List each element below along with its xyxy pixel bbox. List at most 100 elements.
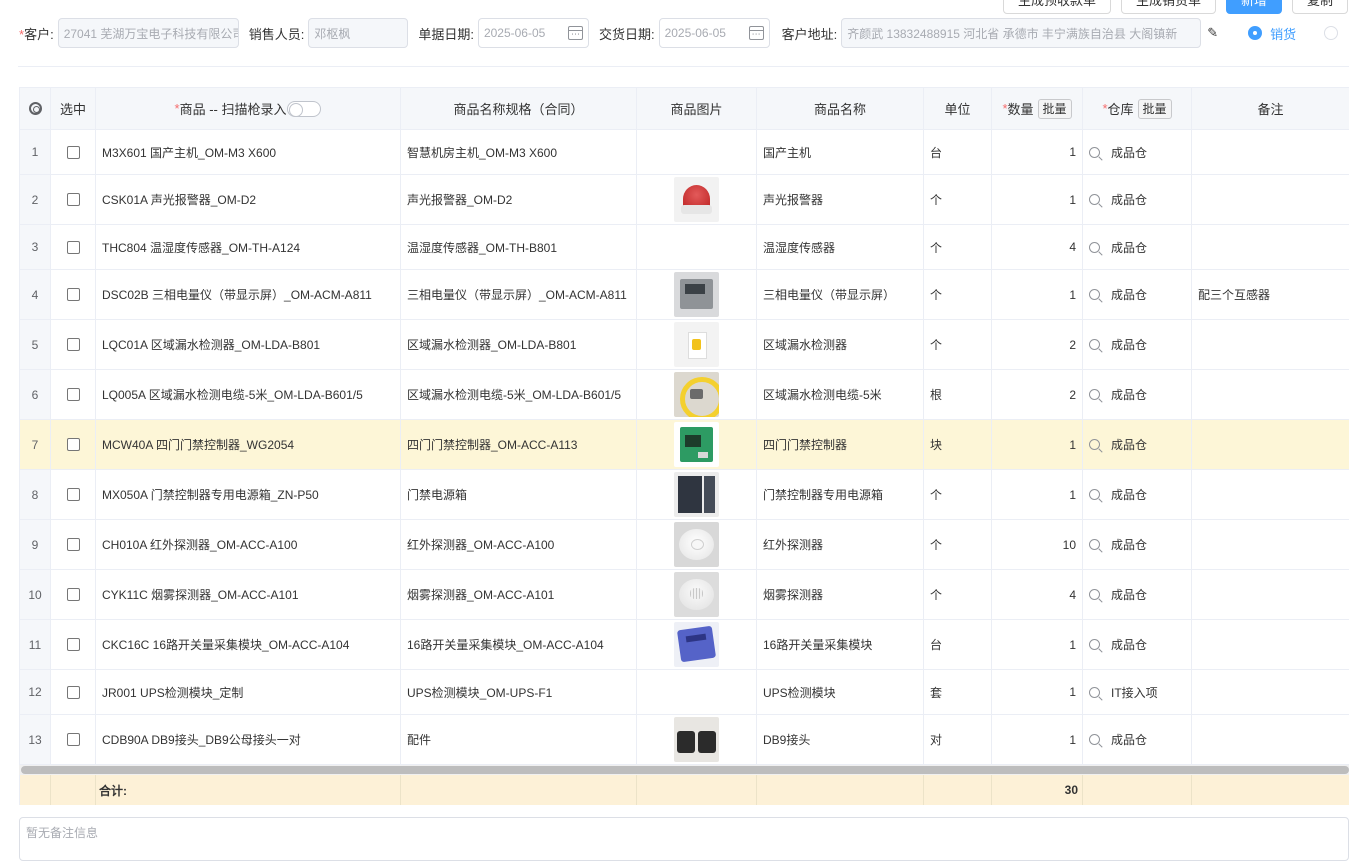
row-checkbox[interactable]: [66, 538, 80, 551]
search-icon[interactable]: [1089, 194, 1100, 205]
product-image[interactable]: [674, 322, 719, 367]
sale-radio-label[interactable]: 销货: [1270, 24, 1296, 43]
remark-cell[interactable]: [1192, 370, 1349, 419]
warehouse-cell[interactable]: 成品仓: [1083, 470, 1192, 519]
search-icon[interactable]: [1089, 734, 1100, 745]
spec-cell[interactable]: 温湿度传感器_OM-TH-B801: [401, 225, 637, 269]
search-icon[interactable]: [1089, 389, 1100, 400]
spec-cell[interactable]: 区域漏水检测器_OM-LDA-B801: [401, 320, 637, 369]
row-checkbox[interactable]: [66, 338, 80, 351]
qty-cell[interactable]: 1: [992, 420, 1083, 469]
horizontal-scrollbar[interactable]: [19, 765, 1349, 775]
remark-cell[interactable]: 配三个互感器: [1192, 270, 1349, 319]
new-button[interactable]: 新增: [1226, 0, 1283, 14]
product-cell[interactable]: JR001 UPS检测模块_定制: [96, 670, 401, 714]
search-icon[interactable]: [1089, 439, 1100, 450]
remark-cell[interactable]: [1192, 130, 1349, 174]
product-image[interactable]: [674, 177, 719, 222]
row-checkbox[interactable]: [66, 240, 80, 254]
warehouse-cell[interactable]: 成品仓: [1083, 370, 1192, 419]
row-select-cell[interactable]: [51, 670, 96, 714]
product-image[interactable]: [674, 472, 719, 517]
product-cell[interactable]: CSK01A 声光报警器_OM-D2: [96, 175, 401, 224]
search-icon[interactable]: [1089, 539, 1100, 550]
qty-cell[interactable]: 4: [992, 225, 1083, 269]
generate-advance-receipt-button[interactable]: 生成预收款单: [1003, 0, 1112, 14]
qty-cell[interactable]: 1: [992, 175, 1083, 224]
qty-cell[interactable]: 1: [992, 470, 1083, 519]
qty-cell[interactable]: 4: [992, 570, 1083, 619]
qty-cell[interactable]: 1: [992, 715, 1083, 764]
product-image[interactable]: [674, 272, 719, 317]
remark-cell[interactable]: [1192, 570, 1349, 619]
row-select-cell[interactable]: [51, 420, 96, 469]
table-row[interactable]: 1 M3X601 国产主机_OM-M3 X600 智慧机房主机_OM-M3 X600…: [20, 130, 1349, 175]
table-row[interactable]: 5 LQC01A 区域漏水检测器_OM-LDA-B801 区域漏水检测器_OM-LD…: [20, 320, 1349, 370]
row-select-cell[interactable]: [51, 620, 96, 669]
scanner-toggle[interactable]: [287, 100, 322, 117]
product-cell[interactable]: DSC02B 三相电量仪（带显示屏）_OM-ACM-A811: [96, 270, 401, 319]
row-select-cell[interactable]: [51, 570, 96, 619]
address-field[interactable]: 齐颜武 13832488915 河北省 承德市 丰宁满族自治县 大阁镇新: [841, 18, 1202, 48]
qty-cell[interactable]: 2: [992, 320, 1083, 369]
qty-cell[interactable]: 1: [992, 620, 1083, 669]
product-cell[interactable]: CDB90A DB9接头_DB9公母接头一对: [96, 715, 401, 764]
qty-cell[interactable]: 10: [992, 520, 1083, 569]
return-radio[interactable]: [1324, 26, 1339, 40]
spec-cell[interactable]: 16路开关量采集模块_OM-ACC-A104: [401, 620, 637, 669]
qty-cell[interactable]: 2: [992, 370, 1083, 419]
remark-textarea[interactable]: 暂无备注信息: [19, 817, 1349, 861]
spec-cell[interactable]: 配件: [401, 715, 637, 764]
row-select-cell[interactable]: [51, 520, 96, 569]
row-checkbox[interactable]: [66, 438, 80, 451]
product-image[interactable]: [674, 717, 719, 762]
spec-cell[interactable]: 声光报警器_OM-D2: [401, 175, 637, 224]
remark-cell[interactable]: [1192, 320, 1349, 369]
warehouse-cell[interactable]: 成品仓: [1083, 130, 1192, 174]
row-checkbox[interactable]: [66, 193, 80, 206]
product-cell[interactable]: CKC16C 16路开关量采集模块_OM-ACC-A104: [96, 620, 401, 669]
product-cell[interactable]: M3X601 国产主机_OM-M3 X600: [96, 130, 401, 174]
copy-button[interactable]: 复制: [1292, 0, 1349, 14]
row-checkbox[interactable]: [66, 638, 80, 651]
column-settings[interactable]: [20, 88, 51, 129]
generate-sales-button[interactable]: 生成销货单: [1121, 0, 1217, 14]
warehouse-cell[interactable]: 成品仓: [1083, 270, 1192, 319]
row-checkbox[interactable]: [66, 488, 80, 501]
doc-date-field[interactable]: 2025-06-05: [477, 18, 589, 48]
table-row[interactable]: 11 CKC16C 16路开关量采集模块_OM-ACC-A104 16路开关量采集模…: [20, 620, 1349, 670]
warehouse-cell[interactable]: 成品仓: [1083, 225, 1192, 269]
remark-cell[interactable]: [1192, 420, 1349, 469]
search-icon[interactable]: [1089, 639, 1100, 650]
spec-cell[interactable]: 区域漏水检测电缆-5米_OM-LDA-B601/5: [401, 370, 637, 419]
qty-cell[interactable]: 1: [992, 130, 1083, 174]
remark-cell[interactable]: [1192, 520, 1349, 569]
batch-qty-button[interactable]: 批量: [1037, 98, 1072, 119]
remark-cell[interactable]: [1192, 670, 1349, 714]
product-cell[interactable]: MCW40A 四门门禁控制器_WG2054: [96, 420, 401, 469]
spec-cell[interactable]: 烟雾探测器_OM-ACC-A101: [401, 570, 637, 619]
spec-cell[interactable]: UPS检测模块_OM-UPS-F1: [401, 670, 637, 714]
scrollbar-thumb[interactable]: [21, 766, 1349, 774]
row-checkbox[interactable]: [66, 733, 80, 746]
warehouse-cell[interactable]: 成品仓: [1083, 570, 1192, 619]
search-icon[interactable]: [1089, 489, 1100, 500]
table-row[interactable]: 10 CYK11C 烟雾探测器_OM-ACC-A101 烟雾探测器_OM-ACC-A…: [20, 570, 1349, 620]
search-icon[interactable]: [1089, 146, 1100, 158]
product-image[interactable]: [674, 622, 719, 667]
sale-radio[interactable]: [1248, 26, 1263, 40]
spec-cell[interactable]: 红外探测器_OM-ACC-A100: [401, 520, 637, 569]
warehouse-cell[interactable]: 成品仓: [1083, 715, 1192, 764]
spec-cell[interactable]: 智慧机房主机_OM-M3 X600: [401, 130, 637, 174]
table-row[interactable]: 2 CSK01A 声光报警器_OM-D2 声光报警器_OM-D2 声光报警器个 1 成品仓: [20, 175, 1349, 225]
product-cell[interactable]: MX050A 门禁控制器专用电源箱_ZN-P50: [96, 470, 401, 519]
row-checkbox[interactable]: [66, 388, 80, 401]
table-row[interactable]: 6 LQ005A 区域漏水检测电缆-5米_OM-LDA-B601/5 区域漏水检测电…: [20, 370, 1349, 420]
batch-warehouse-button[interactable]: 批量: [1137, 98, 1172, 119]
table-row[interactable]: 3 THC804 温湿度传感器_OM-TH-A124 温湿度传感器_OM-TH-B8…: [20, 225, 1349, 270]
row-checkbox[interactable]: [66, 685, 80, 699]
qty-cell[interactable]: 1: [992, 670, 1083, 714]
search-icon[interactable]: [1089, 289, 1100, 300]
row-checkbox[interactable]: [66, 145, 80, 159]
search-icon[interactable]: [1089, 339, 1100, 350]
